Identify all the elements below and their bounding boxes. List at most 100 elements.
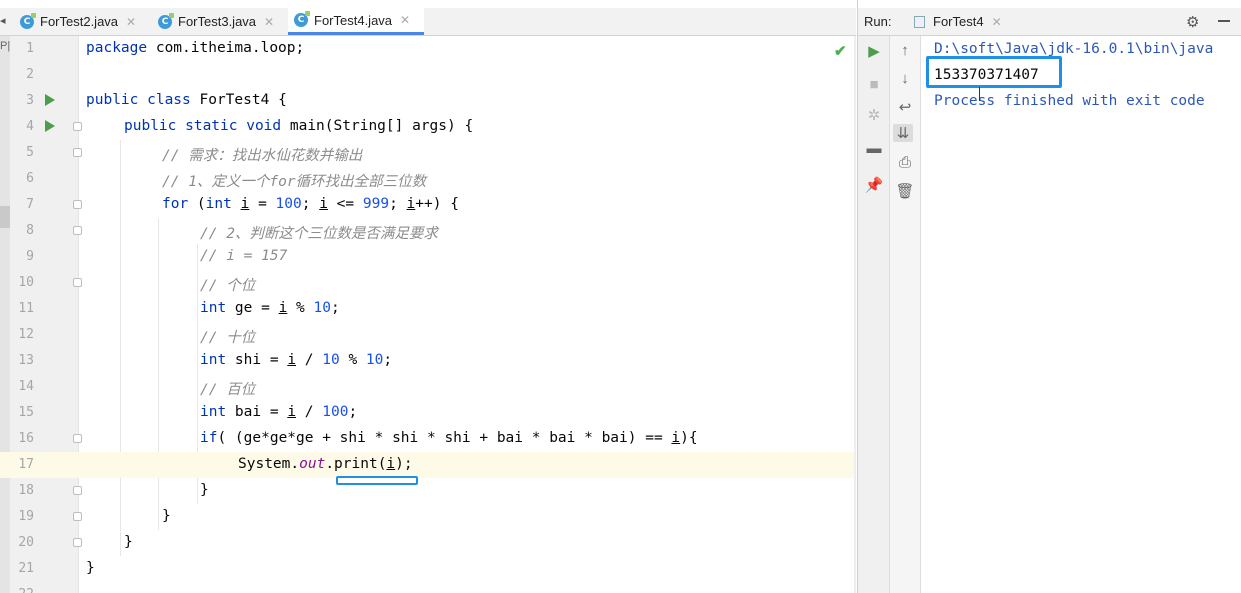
code-comment: // 百位 xyxy=(200,382,256,398)
code-line[interactable]: 3 public class ForTest4 { xyxy=(0,88,856,114)
fold-icon[interactable] xyxy=(73,486,82,495)
code-line[interactable]: 5 // 需求：找出水仙花数并输出 xyxy=(0,140,856,166)
code-text: System.out.print(i); xyxy=(238,456,413,472)
java-class-icon: C xyxy=(158,12,174,29)
run-class-icon[interactable] xyxy=(45,94,55,106)
code-text: int ge = i % 10; xyxy=(200,300,340,316)
highlight-box-print xyxy=(336,476,418,485)
console-command-line[interactable]: D:\soft\Java\jdk-16.0.1\bin\java xyxy=(934,41,1213,57)
code-line-current[interactable]: 17 System.out.print(i); xyxy=(0,452,856,478)
tab-fortest3[interactable]: C ForTest3.java ✕ xyxy=(152,8,286,35)
line-number: 15 xyxy=(18,405,34,420)
line-number: 10 xyxy=(18,275,34,290)
editor-scrollbar[interactable] xyxy=(854,36,856,593)
fold-icon[interactable] xyxy=(73,538,82,547)
debug-settings-icon[interactable]: ✲ xyxy=(864,106,884,124)
line-number: 11 xyxy=(18,301,34,316)
editor-tab-bar: ◂ C ForTest2.java ✕ C ForTest3.java ✕ C … xyxy=(0,8,856,36)
fold-icon[interactable] xyxy=(73,148,82,157)
line-number: 20 xyxy=(18,535,34,550)
code-text: if( (ge*ge*ge + shi * shi * shi + bai * … xyxy=(200,430,698,446)
rerun-icon[interactable]: ▶ xyxy=(864,42,884,60)
pin-icon[interactable]: 📌 xyxy=(864,176,884,194)
code-line[interactable]: 8 // 2、判断这个三位数是否满足要求 xyxy=(0,218,856,244)
gear-icon[interactable]: ⚙ xyxy=(1186,13,1199,31)
run-panel-header: Run: ForTest4 ✕ ⚙ xyxy=(858,8,1241,36)
print-icon[interactable]: ⎙ xyxy=(895,154,915,171)
fold-icon[interactable] xyxy=(73,434,82,443)
code-line[interactable]: 16 if( (ge*ge*ge + shi * shi * shi + bai… xyxy=(0,426,856,452)
code-line[interactable]: 22 xyxy=(0,582,856,593)
mouse-cursor xyxy=(979,87,980,101)
arrow-down-icon[interactable]: ↓ xyxy=(895,70,915,87)
soft-wrap-icon[interactable]: ↩ xyxy=(895,98,915,116)
code-line[interactable]: 14 // 百位 xyxy=(0,374,856,400)
code-text: for (int i = 100; i <= 999; i++) { xyxy=(162,196,459,212)
code-line[interactable]: 15 int bai = i / 100; xyxy=(0,400,856,426)
line-number: 18 xyxy=(18,483,34,498)
code-text: } xyxy=(162,508,171,524)
code-line[interactable]: 12 // 十位 xyxy=(0,322,856,348)
close-icon[interactable]: ✕ xyxy=(126,15,136,29)
code-line[interactable]: 1 package com.itheima.loop; xyxy=(0,36,856,62)
line-number: 3 xyxy=(26,93,34,108)
code-line[interactable]: 18 } xyxy=(0,478,856,504)
line-number: 5 xyxy=(26,145,34,160)
trash-icon[interactable]: 🗑 xyxy=(895,182,915,200)
close-icon[interactable]: ✕ xyxy=(992,15,1002,29)
code-line[interactable]: 19 } xyxy=(0,504,856,530)
tab-label: ForTest4.java xyxy=(314,12,393,28)
layout-icon[interactable]: ▬ xyxy=(864,140,884,157)
run-tab-label: ForTest4 xyxy=(933,14,984,29)
arrow-up-icon[interactable]: ↑ xyxy=(895,42,915,59)
line-number: 8 xyxy=(26,223,34,238)
close-icon[interactable]: ✕ xyxy=(400,13,410,27)
tab-fortest4[interactable]: C ForTest4.java ✕ xyxy=(288,8,424,35)
tab-run-fortest4[interactable]: ForTest4 ✕ xyxy=(908,8,1002,35)
run-toolbar-secondary: ↑ ↓ ↩ ⇊ ⎙ 🗑 xyxy=(890,36,921,593)
code-text: int shi = i / 10 % 10; xyxy=(200,352,393,368)
fold-icon[interactable] xyxy=(73,200,82,209)
close-icon[interactable]: ✕ xyxy=(264,15,274,29)
java-class-icon: C xyxy=(20,12,36,29)
code-line[interactable]: 6 // 1、定义一个for循环找出全部三位数 xyxy=(0,166,856,192)
run-main-icon[interactable] xyxy=(45,120,55,132)
code-line[interactable]: 4 public static void main(String[] args)… xyxy=(0,114,856,140)
code-comment: // 1、定义一个for循环找出全部三位数 xyxy=(162,174,427,190)
code-comment: // 个位 xyxy=(200,278,256,294)
code-line[interactable]: 20 } xyxy=(0,530,856,556)
tab-scroll-left-icon[interactable]: ◂ xyxy=(0,14,6,27)
line-number: 16 xyxy=(18,431,34,446)
inspection-ok-icon[interactable]: ✔ xyxy=(834,42,847,60)
code-line[interactable]: 21 } xyxy=(0,556,856,582)
fold-icon[interactable] xyxy=(73,122,82,131)
run-label: Run: xyxy=(864,14,892,29)
code-line[interactable]: 10 // 个位 xyxy=(0,270,856,296)
tab-fortest2[interactable]: C ForTest2.java ✕ xyxy=(14,8,148,35)
line-number: 2 xyxy=(26,67,34,82)
code-line[interactable]: 2 xyxy=(0,62,856,88)
java-class-icon: C xyxy=(294,11,310,27)
line-number: 6 xyxy=(26,171,34,186)
stop-icon[interactable]: ■ xyxy=(864,76,884,93)
code-text: public class ForTest4 { xyxy=(86,92,287,108)
minimize-icon[interactable] xyxy=(1218,20,1230,22)
line-number: 21 xyxy=(18,561,34,576)
code-comment: // 需求：找出水仙花数并输出 xyxy=(162,148,363,164)
fold-icon[interactable] xyxy=(73,512,82,521)
code-line[interactable]: 11 int ge = i % 10; xyxy=(0,296,856,322)
fold-icon[interactable] xyxy=(73,226,82,235)
code-line[interactable]: 13 int shi = i / 10 % 10; xyxy=(0,348,856,374)
fold-icon[interactable] xyxy=(73,278,82,287)
console-exit-message: Process finished with exit code xyxy=(934,93,1205,109)
code-line[interactable]: 7 for (int i = 100; i <= 999; i++) { xyxy=(0,192,856,218)
code-line[interactable]: 9 // i = 157 xyxy=(0,244,856,270)
code-text: } xyxy=(200,482,209,498)
code-editor[interactable]: P| 1 package com.itheima.loop; 2 3 publi… xyxy=(0,36,856,593)
console-output[interactable]: D:\soft\Java\jdk-16.0.1\bin\java 1533703… xyxy=(921,36,1241,593)
line-number: 1 xyxy=(26,41,34,56)
scroll-to-end-icon[interactable]: ⇊ xyxy=(893,124,913,142)
line-number: 17 xyxy=(18,457,34,472)
run-toolbar-primary: ▶ ■ ✲ ▬ 📌 xyxy=(858,36,890,593)
console-icon xyxy=(914,15,925,28)
